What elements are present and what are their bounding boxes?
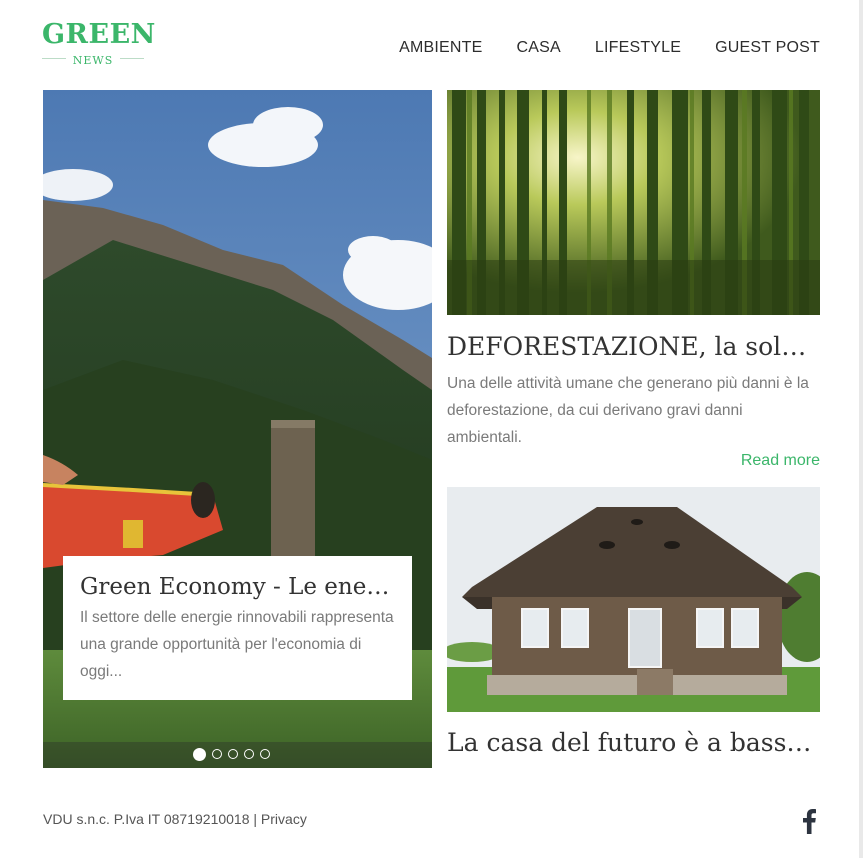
article-title[interactable]: La casa del futuro è a basso impatto (447, 726, 820, 760)
slider-pagination (43, 742, 432, 768)
slider-dot-1[interactable] (193, 747, 206, 761)
logo-subtitle-row: NEWS (42, 51, 144, 67)
nav-lifestyle[interactable]: LIFESTYLE (595, 39, 681, 57)
hero-slider[interactable]: Green Economy - Le energie rinnovabili I… (43, 90, 432, 768)
slider-dot-5[interactable] (260, 749, 270, 759)
hero-excerpt: Il settore delle energie rinnovabili rap… (80, 609, 394, 680)
site-logo[interactable]: GREEN NEWS (42, 19, 156, 67)
slider-dot-4[interactable] (244, 749, 254, 759)
article-title[interactable]: DEFORESTAZIONE, la soluzione (447, 330, 820, 364)
nav-casa[interactable]: CASA (517, 39, 561, 57)
facebook-icon[interactable] (800, 808, 818, 834)
article-image-house[interactable] (447, 487, 820, 712)
hero-caption-card[interactable]: Green Economy - Le energie rinnovabili I… (63, 556, 412, 700)
slider-dot-3[interactable] (228, 749, 238, 759)
footer-copyright[interactable]: VDU s.n.c. P.Iva IT 08719210018 | Privac… (43, 811, 307, 827)
page-border (859, 0, 863, 858)
logo-title: GREEN (42, 19, 156, 50)
article-excerpt: Una delle attività umane che generano pi… (447, 375, 809, 446)
logo-divider-left (42, 58, 66, 59)
nav-guest-post[interactable]: GUEST POST (715, 39, 820, 57)
hero-title[interactable]: Green Economy - Le energie rinnovabili (80, 570, 396, 604)
article-image-bamboo[interactable] (447, 90, 820, 315)
logo-subtitle: NEWS (72, 54, 114, 67)
main-nav: AMBIENTE CASA LIFESTYLE GUEST POST (399, 39, 820, 57)
read-more-link[interactable]: Read more (741, 452, 820, 470)
nav-ambiente[interactable]: AMBIENTE (399, 39, 482, 57)
logo-divider-right (120, 58, 144, 59)
slider-dot-2[interactable] (212, 749, 222, 759)
